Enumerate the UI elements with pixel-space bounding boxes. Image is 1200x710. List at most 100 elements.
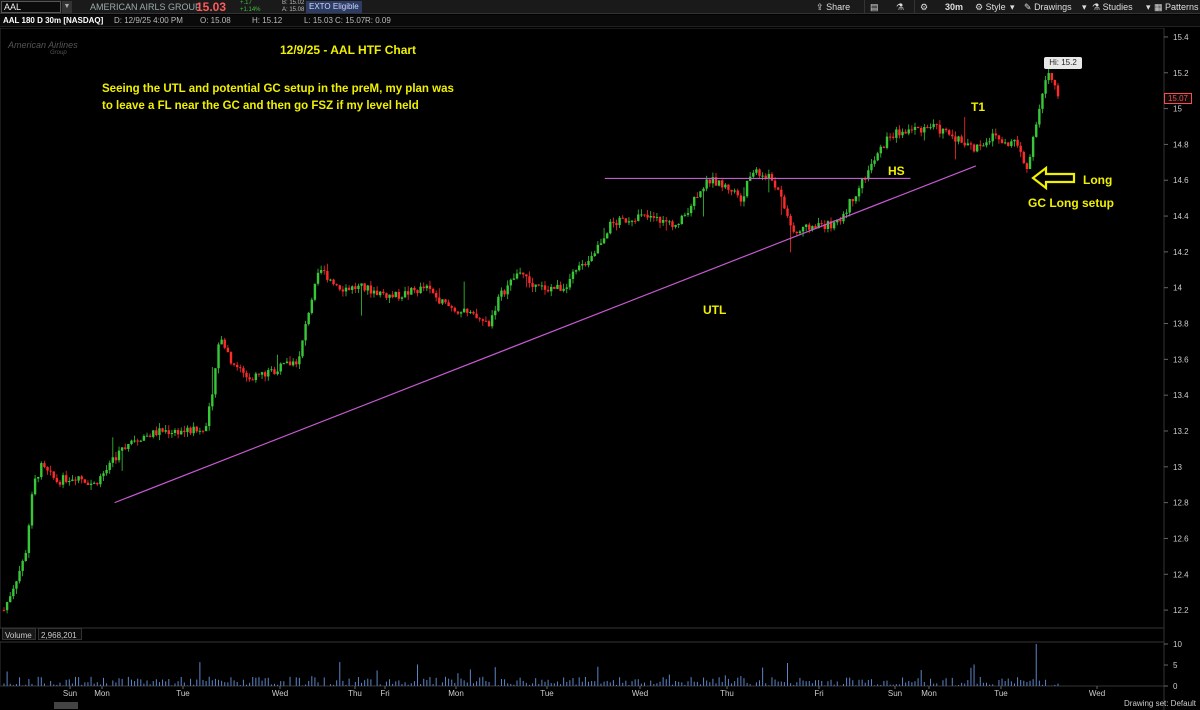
candle-body: [189, 427, 192, 434]
drawings-button[interactable]: ✎ Drawings: [1024, 0, 1072, 14]
candle-body: [295, 361, 298, 365]
candle-body: [313, 283, 317, 300]
candle-body: [665, 220, 668, 222]
timeframe-button[interactable]: 30m: [945, 0, 963, 14]
candle-body: [926, 127, 929, 129]
candle-body: [975, 144, 979, 152]
candle-body: [96, 482, 99, 485]
candle-body: [957, 136, 960, 142]
candle-body: [1000, 139, 1004, 144]
candle-body: [923, 127, 926, 133]
candle-body: [929, 127, 932, 129]
candle-body: [235, 364, 239, 368]
price-tick-label: 13.6: [1173, 355, 1189, 364]
candle-body: [360, 283, 363, 286]
studies-icon: ⚗: [1092, 2, 1101, 12]
candle-body: [752, 172, 755, 177]
price-tick-label: 15.2: [1173, 69, 1189, 78]
candle-body: [164, 430, 167, 432]
symbol-input[interactable]: AAL: [1, 1, 61, 13]
candle-body: [1056, 85, 1060, 97]
time-tick-label: Thu: [720, 689, 734, 698]
candle-body: [434, 292, 438, 298]
candle-body: [615, 223, 618, 226]
candle-body: [804, 224, 808, 227]
candle-body: [351, 286, 354, 290]
candle-body: [425, 285, 429, 289]
candle-body: [198, 430, 202, 432]
candle-body: [1044, 80, 1047, 94]
candle-body: [363, 283, 366, 291]
candle-body: [522, 272, 525, 275]
high-price-badge: Hi: 15.2: [1044, 57, 1082, 69]
candle-body: [145, 435, 149, 437]
time-tick-label: Wed: [632, 689, 648, 698]
layout-icon[interactable]: ▤: [870, 0, 879, 14]
studies-button[interactable]: ⚗ Studies: [1092, 0, 1133, 14]
candle-body: [801, 226, 805, 232]
candle-body: [755, 169, 758, 173]
candle-body: [52, 471, 55, 478]
candle-body: [674, 224, 677, 227]
candle-body: [89, 483, 93, 486]
candle-body: [117, 450, 121, 461]
horizontal-scrollbar[interactable]: [54, 702, 78, 709]
style-dropdown-icon[interactable]: ▾: [1010, 0, 1015, 14]
candle-body: [217, 344, 220, 369]
time-tick-label: Thu: [348, 689, 362, 698]
candle-body: [994, 133, 998, 136]
candle-body: [183, 430, 186, 433]
price-tick-label: 13.2: [1173, 427, 1189, 436]
candle-body: [556, 284, 559, 289]
candle-body: [624, 218, 628, 223]
price-tick-label: 15: [1173, 105, 1182, 114]
candle-body: [649, 216, 652, 218]
candle-body: [481, 319, 485, 321]
candle-body: [895, 129, 898, 138]
bid-price: B: 15.02: [282, 0, 305, 6]
settings-icon[interactable]: ⚙: [920, 0, 928, 14]
candle-body: [124, 447, 127, 449]
studies-dropdown-icon[interactable]: ▾: [1146, 0, 1151, 14]
candle-body: [456, 311, 460, 314]
candle-body: [916, 126, 920, 129]
candle-body: [475, 313, 478, 319]
style-button[interactable]: ⚙ Style: [975, 0, 1006, 14]
time-tick-label: Fri: [380, 689, 390, 698]
share-button[interactable]: ⇪ Share: [816, 0, 850, 14]
patterns-button[interactable]: ▦ Patterns: [1154, 0, 1199, 14]
flask-icon[interactable]: ⚗: [896, 0, 904, 14]
candle-body: [553, 286, 556, 289]
candle-body: [248, 377, 251, 380]
last-price: 15.03: [196, 0, 227, 14]
time-tick-label: Fri: [814, 689, 824, 698]
candle-body: [469, 311, 472, 313]
bar-low: L: 15.03: [304, 16, 333, 25]
candle-body: [176, 430, 180, 435]
candle-body: [559, 284, 562, 291]
company-name: AMERICAN AIRLS GROUP: [90, 2, 202, 12]
candle-body: [661, 220, 665, 223]
candle-body: [335, 284, 338, 286]
candle-body: [1022, 151, 1025, 164]
candle-body: [568, 278, 572, 288]
volume-tick-label: 0: [1173, 682, 1178, 691]
candle-body: [152, 430, 155, 437]
candle-body: [102, 473, 105, 477]
symbol-dropdown-button[interactable]: ▼: [62, 1, 72, 13]
candle-body: [500, 290, 503, 297]
candle-body: [254, 373, 258, 381]
candle-body: [689, 205, 693, 214]
drawings-dropdown-icon[interactable]: ▾: [1082, 0, 1087, 14]
candle-body: [285, 361, 289, 364]
candle-body: [587, 261, 590, 266]
candle-body: [518, 272, 522, 274]
candle-body: [658, 216, 662, 223]
candle-body: [599, 243, 603, 245]
candle-body: [705, 179, 708, 189]
candle-body: [808, 224, 811, 230]
price-chart[interactable]: 15.4 15.2 15 14.8 14.6 14.4 14.2 14 13.8 13.6 13.4…: [0, 28, 1200, 710]
candle-body: [907, 129, 910, 134]
candle-body: [391, 294, 394, 298]
candle-body: [307, 312, 310, 325]
